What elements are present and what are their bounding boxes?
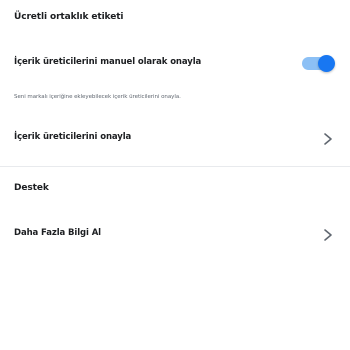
section-title-paid-partnership: Ücretli ortaklık etiketi bbox=[14, 12, 124, 22]
chevron-right-icon bbox=[324, 229, 332, 241]
learn-more-label: Daha Fazla Bilgi Al bbox=[14, 228, 101, 238]
approve-creators-label: İçerik üreticilerini onayla bbox=[14, 132, 132, 142]
section-title-support: Destek bbox=[14, 183, 49, 193]
section-divider bbox=[0, 166, 350, 167]
manual-approve-description: Seni markalı içeriğine ekleyebilecek içe… bbox=[14, 94, 181, 100]
manual-approve-toggle[interactable] bbox=[302, 55, 335, 72]
chevron-right-icon bbox=[324, 133, 332, 145]
branded-content-settings-screen: Ücretli ortaklık etiketi İçerik üreticil… bbox=[0, 0, 350, 350]
toggle-knob bbox=[318, 55, 335, 72]
manual-approve-label: İçerik üreticilerini manuel olarak onayl… bbox=[14, 57, 202, 67]
